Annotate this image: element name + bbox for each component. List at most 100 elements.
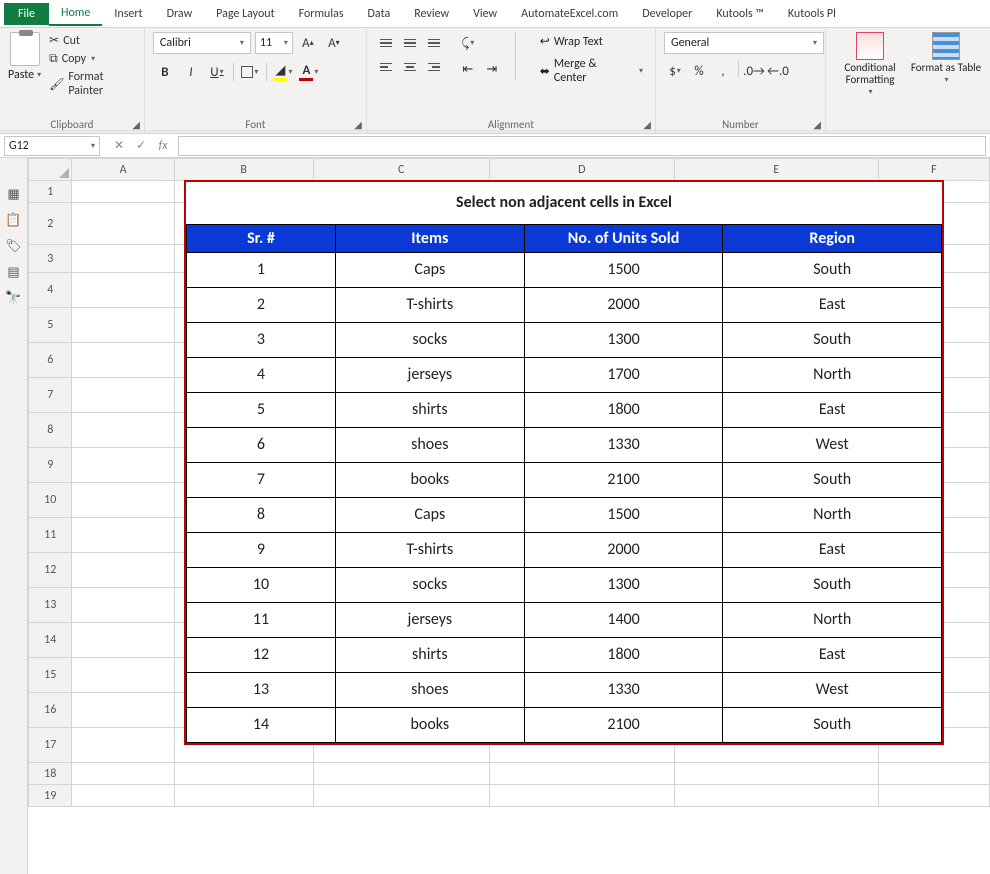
data-cell[interactable]: 6 [187,427,336,462]
conditional-formatting-button[interactable]: Conditional Formatting▾ [834,32,906,97]
row-header-14[interactable]: 14 [29,623,72,658]
data-cell[interactable]: 8 [187,497,336,532]
data-cell[interactable]: 2100 [524,707,723,742]
row-header-13[interactable]: 13 [29,588,72,623]
data-cell[interactable]: 1330 [524,672,723,707]
accept-formula-icon[interactable]: ✓ [132,138,150,153]
borders-button[interactable]: ▾ [238,60,262,84]
decrease-font-icon[interactable]: A▾ [323,32,345,54]
cell-A12[interactable] [72,553,174,588]
decrease-decimal-icon[interactable]: ←.0 [767,60,789,82]
cut-button[interactable]: ✂Cut [47,32,136,49]
cell-A6[interactable] [72,343,174,378]
grid-icon[interactable]: ▤ [6,264,22,280]
row-header-16[interactable]: 16 [29,693,72,728]
data-cell[interactable]: East [723,392,942,427]
row-header-12[interactable]: 12 [29,553,72,588]
data-cell[interactable]: 5 [187,392,336,427]
cell-E18[interactable] [674,763,878,785]
cell-A14[interactable] [72,623,174,658]
cell-F19[interactable] [878,785,989,807]
data-cell[interactable]: 1800 [524,637,723,672]
cell-A2[interactable] [72,203,174,245]
cell-A1[interactable] [72,181,174,203]
data-cell[interactable]: 2000 [524,532,723,567]
data-cell[interactable]: books [335,462,524,497]
cell-A15[interactable] [72,658,174,693]
align-right-icon[interactable] [423,56,445,78]
data-cell[interactable]: 13 [187,672,336,707]
data-header[interactable]: Region [723,224,942,252]
wrap-text-button[interactable]: ↩Wrap Text [536,32,647,51]
col-header-F[interactable]: F [878,159,989,181]
cell-A4[interactable] [72,273,174,308]
font-launcher-icon[interactable]: ◢ [354,118,362,131]
row-header-2[interactable]: 2 [29,203,72,245]
data-cell[interactable]: 2 [187,287,336,322]
row-header-8[interactable]: 8 [29,413,72,448]
data-cell[interactable]: 10 [187,567,336,602]
binoculars-icon[interactable]: 🔭 [6,290,22,306]
table-icon[interactable]: ▦ [6,186,22,202]
name-box[interactable]: G12▾ [4,136,100,156]
tab-insert[interactable]: Insert [102,3,154,25]
align-bottom-icon[interactable] [423,32,445,54]
data-cell[interactable]: shirts [335,392,524,427]
data-cell[interactable]: socks [335,567,524,602]
merge-center-button[interactable]: ⬌Merge & Center▾ [536,55,647,87]
increase-indent-icon[interactable]: ⇥ [481,58,503,80]
cell-A19[interactable] [72,785,174,807]
row-header-4[interactable]: 4 [29,273,72,308]
data-cell[interactable]: 11 [187,602,336,637]
data-cell[interactable]: 1500 [524,252,723,287]
data-header[interactable]: Items [335,224,524,252]
data-cell[interactable]: 1500 [524,497,723,532]
font-name-select[interactable]: Calibri▾ [153,32,251,54]
data-cell[interactable]: socks [335,322,524,357]
col-header-E[interactable]: E [674,159,878,181]
row-header-15[interactable]: 15 [29,658,72,693]
cell-A9[interactable] [72,448,174,483]
data-cell[interactable]: 1800 [524,392,723,427]
format-painter-button[interactable]: 🖌Format Painter [47,69,136,99]
tab-automateexcel-com[interactable]: AutomateExcel.com [509,3,630,25]
data-cell[interactable]: East [723,637,942,672]
formula-input[interactable] [178,136,986,156]
data-cell[interactable]: books [335,707,524,742]
data-cell[interactable]: 9 [187,532,336,567]
tab-review[interactable]: Review [402,3,461,25]
row-header-1[interactable]: 1 [29,181,72,203]
percent-button[interactable]: % [688,60,710,82]
data-cell[interactable]: North [723,357,942,392]
data-cell[interactable]: 3 [187,322,336,357]
tab-page-layout[interactable]: Page Layout [204,3,286,25]
data-cell[interactable]: jerseys [335,602,524,637]
data-header[interactable]: No. of Units Sold [524,224,723,252]
cell-A7[interactable] [72,378,174,413]
data-cell[interactable]: South [723,252,942,287]
decrease-indent-icon[interactable]: ⇤ [457,58,479,80]
data-cell[interactable]: 7 [187,462,336,497]
fx-icon[interactable]: fx [154,139,172,153]
data-cell[interactable]: East [723,532,942,567]
align-left-icon[interactable] [375,56,397,78]
row-header-17[interactable]: 17 [29,728,72,763]
data-cell[interactable]: 12 [187,637,336,672]
fill-color-button[interactable]: ◢▾ [271,60,295,84]
tab-file[interactable]: File [4,3,49,25]
clipboard-launcher-icon[interactable]: ◢ [132,118,140,131]
row-header-19[interactable]: 19 [29,785,72,807]
cell-A3[interactable] [72,245,174,273]
cell-A8[interactable] [72,413,174,448]
cell-A18[interactable] [72,763,174,785]
cell-A5[interactable] [72,308,174,343]
font-size-select[interactable]: 11▾ [255,32,293,54]
bold-button[interactable]: B [153,60,177,84]
comma-button[interactable]: , [712,60,734,82]
paste-button[interactable]: Paste▾ [8,68,41,82]
row-header-6[interactable]: 6 [29,343,72,378]
data-cell[interactable]: jerseys [335,357,524,392]
cell-A11[interactable] [72,518,174,553]
cell-D19[interactable] [489,785,674,807]
tag-icon[interactable]: 🏷 [6,238,22,254]
